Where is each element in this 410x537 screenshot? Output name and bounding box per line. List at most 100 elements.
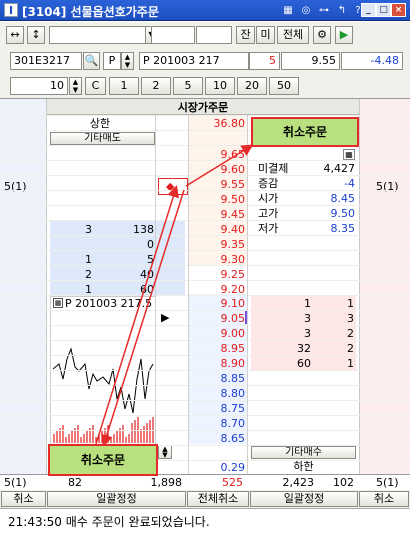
total-sell-count: 82 — [68, 476, 82, 489]
row-divider — [0, 325, 410, 326]
settings-gear-icon[interactable]: ⚙ — [313, 26, 331, 44]
row-divider — [0, 220, 410, 221]
total-right-count: 5(1) — [376, 476, 399, 489]
bid-price[interactable]: 8.85 — [188, 371, 246, 386]
clear-button[interactable]: C — [85, 77, 106, 95]
market-info-value: -4 — [344, 177, 355, 190]
cancel-right-button[interactable]: 취소 — [359, 491, 409, 507]
row-divider — [0, 340, 410, 341]
etc-buy-button[interactable]: 기타매수 — [251, 446, 356, 459]
maximize-button[interactable]: □ — [376, 3, 391, 17]
total-net: 525 — [222, 476, 243, 489]
preset-2-button[interactable]: 2 — [141, 77, 171, 95]
bid-amount: 60 — [297, 357, 311, 370]
total-sell-qty: 1,898 — [150, 476, 183, 489]
all-button[interactable]: 전체 — [277, 26, 309, 44]
market-info-value: 8.45 — [330, 192, 356, 205]
quantity-input[interactable]: 10 — [10, 77, 68, 95]
balance-button[interactable]: 잔 — [236, 26, 255, 44]
sell-pending-count[interactable]: 5(1) — [4, 179, 27, 194]
row-divider — [0, 310, 410, 311]
price-change: -4.48 — [341, 52, 403, 70]
bid-count: 1 — [347, 297, 354, 310]
batch-modify-right-button[interactable]: 일괄정정 — [250, 491, 358, 507]
quantity-row: 10 ▲ ▼ C 1 2 5 10 20 50 — [0, 74, 410, 98]
preset-5-button[interactable]: 5 — [173, 77, 203, 95]
sell-pending-column[interactable] — [0, 99, 47, 478]
info-toggle-icon[interactable]: ▦ — [343, 149, 355, 160]
market-info-label: 미결제 — [258, 162, 289, 175]
chart-icon[interactable]: ▦ — [53, 298, 63, 308]
market-info-label: 고가 — [258, 207, 279, 220]
row-divider — [0, 355, 410, 356]
grid-icon[interactable]: ▦ — [281, 4, 295, 17]
preset-10-button[interactable]: 10 — [205, 77, 235, 95]
order-marker-icon: ◆ — [166, 180, 175, 193]
symbol-row: 301E3217 🔍 P ▲ ▼ P 201003 217 5 9.55 -4.4… — [0, 48, 410, 74]
bid-count: 1 — [347, 357, 354, 370]
bid-price[interactable]: 9.00 — [188, 326, 246, 341]
row-divider — [0, 400, 410, 401]
row-divider — [0, 265, 410, 266]
link-icon[interactable]: ⊶ — [317, 4, 331, 17]
row-divider — [0, 175, 410, 176]
preset-50-button[interactable]: 50 — [269, 77, 299, 95]
column-divider — [155, 115, 156, 475]
bid-price[interactable]: 8.90 — [188, 356, 246, 371]
bid-price[interactable]: 8.95 — [188, 341, 246, 356]
account-field[interactable] — [49, 26, 147, 44]
circle-icon[interactable]: ◎ — [299, 4, 313, 17]
search-icon[interactable]: 🔍 — [83, 52, 100, 70]
mini-chart[interactable]: ▦ P 201003 217.5 — [50, 296, 156, 446]
close-button[interactable]: × — [391, 3, 406, 17]
cancel-order-callout-top: 취소주문 — [251, 117, 359, 147]
unfilled-button[interactable]: 미 — [256, 26, 275, 44]
quantity-stepper[interactable]: ▲ ▼ — [69, 77, 82, 95]
status-bar: 21:43:50 매수 주문이 완료되었습니다. — [0, 508, 410, 537]
bid-amount: 1 — [304, 297, 311, 310]
option-type[interactable]: P — [103, 52, 121, 70]
play-icon[interactable]: ▶ — [335, 26, 353, 44]
bid-price[interactable]: 9.10 — [188, 296, 246, 311]
bid-count: 2 — [347, 342, 354, 355]
bid-price[interactable]: 9.05 — [188, 311, 246, 326]
buy-pending-count[interactable]: 5(1) — [376, 179, 399, 194]
etc-sell-button[interactable]: 기타매도 — [50, 132, 155, 145]
order-book: 시장가주문 상한 36.80 기타매도 하한 기타매수 0.29 5(1) 5(… — [0, 98, 410, 478]
upper-limit-value: 36.80 — [213, 117, 246, 130]
window-title: [3104] 선물옵션호가주문 — [22, 5, 159, 19]
bid-amount: 32 — [297, 342, 311, 355]
cancel-all-button[interactable]: 전체취소 — [187, 491, 249, 507]
bid-price[interactable]: 8.70 — [188, 416, 246, 431]
option-type-stepper[interactable]: ▲ ▼ — [121, 52, 134, 70]
preset-1-button[interactable]: 1 — [109, 77, 139, 95]
row-divider — [0, 415, 410, 416]
chart-stepper[interactable]: ▲ ▼ — [158, 445, 172, 459]
bid-amount: 3 — [304, 312, 311, 325]
row-divider — [0, 250, 410, 251]
total-left-count: 5(1) — [4, 476, 27, 489]
bid-count: 3 — [347, 312, 354, 325]
batch-modify-left-button[interactable]: 일괄정정 — [47, 491, 186, 507]
row-divider — [0, 115, 410, 116]
bid-price[interactable]: 8.75 — [188, 401, 246, 416]
row-divider — [0, 385, 410, 386]
minimize-button[interactable]: _ — [361, 3, 376, 17]
lower-limit-value: 0.29 — [220, 461, 246, 474]
column-divider — [247, 115, 248, 475]
market-info-value: 4,427 — [323, 162, 356, 175]
cancel-left-button[interactable]: 취소 — [1, 491, 46, 507]
column-divider — [188, 115, 189, 475]
swap-horizontal-icon[interactable]: ↔ — [6, 26, 24, 44]
preset-20-button[interactable]: 20 — [237, 77, 267, 95]
cancel-order-callout-bottom: 취소주문 — [48, 444, 158, 476]
code-input[interactable]: 301E3217 — [10, 52, 82, 70]
swap-vertical-icon[interactable]: ↕ — [27, 26, 45, 44]
title-bar: I [3104] 선물옵션호가주문 ▦ ◎ ⊶ ↰ ? _ □ × — [0, 0, 410, 21]
buy-pending-column[interactable] — [359, 99, 410, 478]
bid-price[interactable]: 8.80 — [188, 386, 246, 401]
row-divider — [0, 235, 410, 236]
bid-price[interactable]: 8.65 — [188, 431, 246, 446]
shortcut-icon[interactable]: ↰ — [335, 4, 349, 17]
password-field[interactable] — [196, 26, 232, 44]
